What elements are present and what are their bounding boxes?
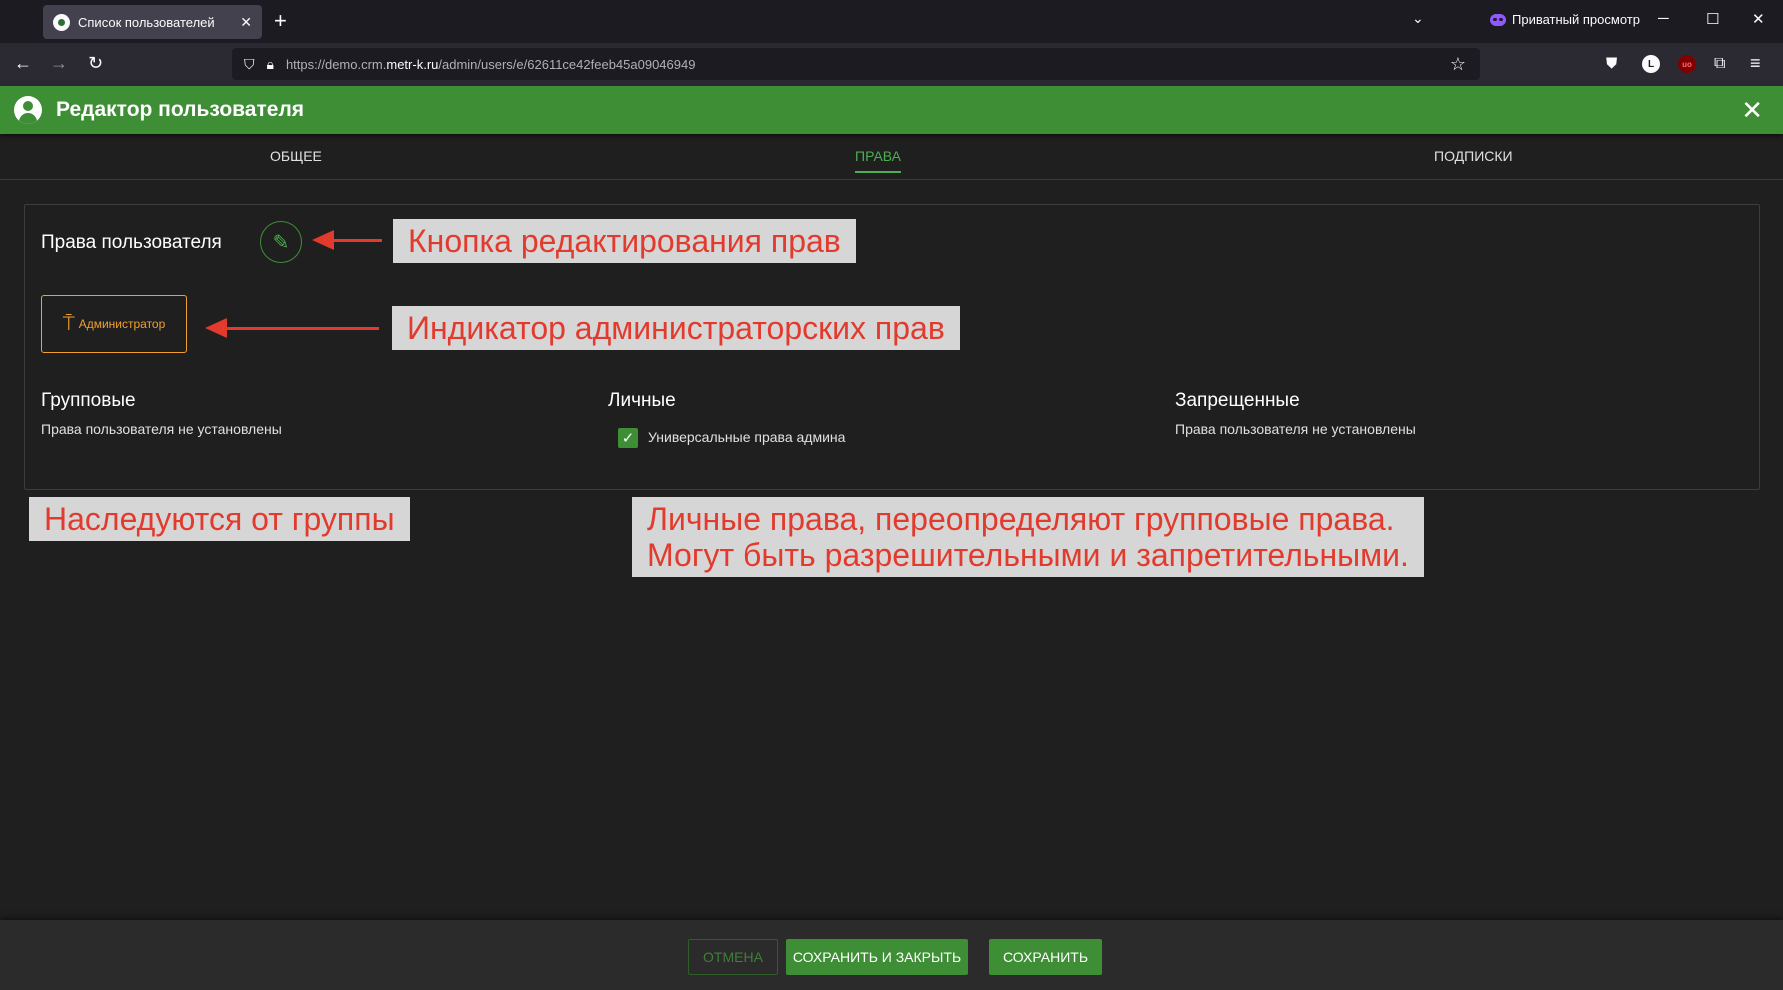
- editor-tabs: ОБЩЕЕ ПРАВА ПОДПИСКИ: [0, 134, 1783, 180]
- pencil-icon: ✎: [272, 231, 290, 254]
- account-circle-icon: [14, 96, 42, 124]
- page-title: Редактор пользователя: [56, 98, 305, 121]
- address-bar[interactable]: ⛉ 🔒︎ https://demo.crm.metr-k.ru/admin/us…: [232, 48, 1480, 80]
- annotation-arrow-edit: [312, 230, 382, 250]
- list-all-tabs-icon[interactable]: ⌄: [1412, 10, 1424, 27]
- extension-l-icon[interactable]: L: [1642, 55, 1660, 73]
- site-favicon-icon: [53, 13, 70, 31]
- group-rights-text: Права пользователя не установлены: [41, 421, 282, 437]
- tab-rights[interactable]: ПРАВА: [855, 148, 901, 164]
- annotation-personal: Личные права, переопределяют групповые п…: [632, 497, 1424, 577]
- bookmark-star-icon[interactable]: ☆: [1450, 54, 1466, 75]
- forbidden-rights-title: Запрещенные: [1175, 390, 1300, 411]
- tab-general[interactable]: ОБЩЕЕ: [270, 148, 322, 164]
- annotation-arrow-admin: [205, 318, 379, 338]
- annotation-personal-line1: Личные права, переопределяют групповые п…: [647, 501, 1395, 537]
- forbidden-rights-text: Права пользователя не установлены: [1175, 421, 1416, 437]
- admin-person-icon: ⍑: [62, 312, 75, 335]
- reload-icon[interactable]: ↻: [88, 53, 103, 74]
- private-browsing-indicator: Приватный просмотр: [1490, 12, 1640, 27]
- browser-tab[interactable]: Список пользователей ✕: [43, 5, 262, 39]
- rights-title: Права пользователя: [41, 232, 222, 253]
- annotation-inherited: Наследуются от группы: [29, 497, 410, 541]
- annotation-edit-button: Кнопка редактирования прав: [393, 219, 856, 263]
- close-tab-icon[interactable]: ✕: [240, 14, 252, 31]
- admin-badge-label: Администратор: [78, 317, 166, 331]
- pocket-icon[interactable]: ⛊: [1606, 55, 1617, 72]
- maximize-window-icon[interactable]: ☐: [1706, 10, 1719, 28]
- save-button[interactable]: СОХРАНИТЬ: [989, 939, 1102, 975]
- editor-footer: ОТМЕНА СОХРАНИТЬ И ЗАКРЫТЬ СОХРАНИТЬ: [0, 920, 1783, 990]
- cancel-button[interactable]: ОТМЕНА: [688, 939, 778, 975]
- tracking-protection-shield-icon[interactable]: ⛉: [244, 56, 255, 73]
- tab-subscriptions[interactable]: ПОДПИСКИ: [1434, 148, 1513, 164]
- app-menu-icon[interactable]: ≡: [1750, 53, 1761, 74]
- close-window-icon[interactable]: ✕: [1752, 10, 1765, 28]
- new-tab-button[interactable]: +: [274, 8, 287, 34]
- edit-rights-button[interactable]: ✎: [260, 221, 302, 263]
- browser-tab-title: Список пользователей: [78, 14, 215, 30]
- minimize-window-icon[interactable]: ─: [1658, 10, 1669, 27]
- private-mask-icon: [1490, 13, 1506, 26]
- back-arrow-icon[interactable]: ←: [14, 53, 32, 74]
- group-rights-title: Групповые: [41, 390, 136, 411]
- forward-arrow-icon[interactable]: →: [50, 53, 68, 74]
- url-text[interactable]: https://demo.crm.metr-k.ru/admin/users/e…: [286, 57, 696, 72]
- annotation-admin-indicator: Индикатор администраторских прав: [392, 306, 960, 350]
- browser-tab-bar: Список пользователей ✕ + ⌄ Приватный про…: [0, 0, 1783, 43]
- admin-badge: ⍑ Администратор: [41, 295, 187, 353]
- save-and-close-button[interactable]: СОХРАНИТЬ И ЗАКРЫТЬ: [786, 939, 968, 975]
- extensions-puzzle-icon[interactable]: ⧉: [1714, 55, 1725, 73]
- admin-rights-checkbox-label: Универсальные права админа: [648, 429, 846, 445]
- lock-icon[interactable]: 🔒︎: [267, 56, 274, 73]
- editor-header: Редактор пользователя ✕: [0, 86, 1783, 134]
- admin-rights-checkbox[interactable]: ✓: [618, 428, 638, 448]
- ublock-origin-icon[interactable]: uo: [1678, 55, 1696, 73]
- browser-nav-bar: ← → ↻ ⛉ 🔒︎ https://demo.crm.metr-k.ru/ad…: [0, 43, 1783, 86]
- personal-rights-title: Личные: [608, 390, 676, 411]
- annotation-personal-line2: Могут быть разрешительными и запретитель…: [647, 537, 1409, 573]
- close-editor-icon[interactable]: ✕: [1741, 95, 1763, 126]
- active-tab-indicator: [855, 171, 901, 173]
- private-browsing-label: Приватный просмотр: [1512, 12, 1640, 27]
